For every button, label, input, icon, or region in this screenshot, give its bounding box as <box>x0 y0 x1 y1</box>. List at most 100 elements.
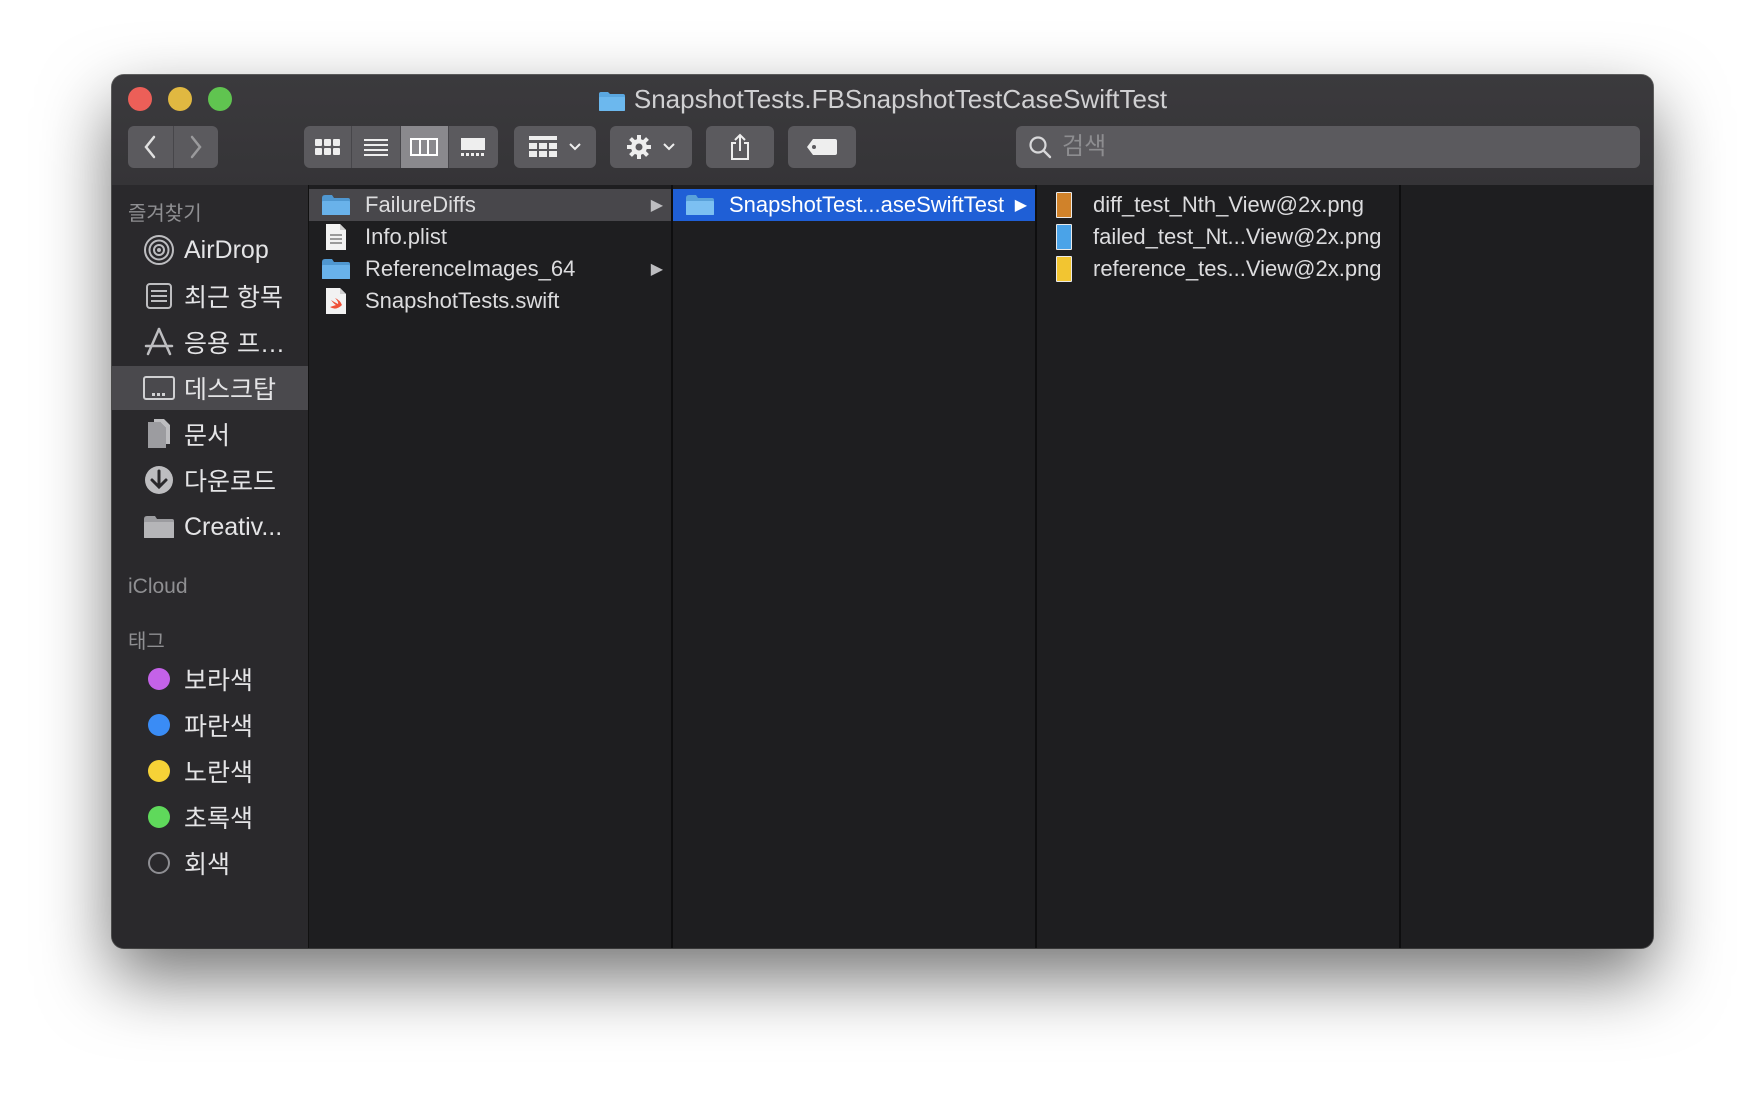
gray-tag-icon <box>148 852 170 874</box>
item-name: SnapshotTests.swift <box>365 288 560 313</box>
blue-tag-icon <box>148 714 170 736</box>
sidebar-item-label: Creativ... <box>184 512 283 541</box>
png-file-icon <box>1049 192 1079 218</box>
share-icon <box>731 133 749 160</box>
sidebar-item-label: 데스크탑 <box>184 376 277 404</box>
swift-file-icon <box>321 287 351 315</box>
browser-column-2: SnapshotTest...aseSwiftTest ▶ <box>673 185 1037 948</box>
list-view-button[interactable] <box>352 126 401 168</box>
search-icon <box>1029 136 1052 159</box>
sidebar-tag-green[interactable]: 초록색 <box>112 795 308 839</box>
list-item-reference-png[interactable]: reference_tes...View@2x.png <box>1037 253 1399 285</box>
sidebar-item-airdrop[interactable]: AirDrop <box>112 228 308 272</box>
browser-column-3: diff_test_Nth_View@2x.png failed_test_Nt… <box>1037 185 1401 948</box>
list-item-referenceimages[interactable]: ReferenceImages_64 ▶ <box>309 253 671 285</box>
item-name: FailureDiffs <box>365 192 476 217</box>
folder-icon <box>685 194 715 216</box>
sidebar-tag-blue[interactable]: 파란색 <box>112 703 308 747</box>
sidebar-item-label: 초록색 <box>184 805 254 833</box>
icloud-header: iCloud <box>128 575 188 598</box>
purple-tag-icon <box>148 668 170 690</box>
png-file-icon <box>1049 224 1079 250</box>
png-file-icon <box>1049 256 1079 282</box>
item-name: diff_test_Nth_View@2x.png <box>1093 192 1365 217</box>
desktop-icon <box>142 374 176 402</box>
list-item-snapshottest-folder[interactable]: SnapshotTest...aseSwiftTest ▶ <box>673 189 1035 221</box>
chevron-left-icon <box>144 135 156 159</box>
toolbar: SnapshotTests.FBSnapshotTestCaseSwiftTes… <box>112 75 1653 186</box>
browser-column-empty <box>1401 185 1653 948</box>
list-item-snapshottests-swift[interactable]: SnapshotTests.swift <box>309 285 671 317</box>
item-name: SnapshotTest...aseSwiftTest <box>729 192 1005 217</box>
search-input[interactable] <box>1060 132 1624 162</box>
sidebar-item-downloads[interactable]: 다운로드 <box>112 458 308 502</box>
gear-icon <box>627 135 651 159</box>
forward-button[interactable] <box>173 126 218 168</box>
folder-icon <box>598 87 626 119</box>
folder-icon <box>142 514 176 540</box>
folder-icon <box>321 194 351 216</box>
favorites-header: 즐겨찾기 <box>128 203 202 225</box>
sidebar-item-creative-folder[interactable]: Creativ... <box>112 505 308 549</box>
folder-icon <box>321 258 351 280</box>
sidebar-item-label: 파란색 <box>184 713 254 741</box>
list-item-failed-png[interactable]: failed_test_Nt...View@2x.png <box>1037 221 1399 253</box>
icon-view-button[interactable] <box>304 126 353 168</box>
documents-icon <box>142 418 176 450</box>
sidebar-item-label: 노란색 <box>184 759 254 787</box>
item-name: failed_test_Nt...View@2x.png <box>1093 224 1382 249</box>
chevron-right-icon <box>190 135 202 159</box>
columns-icon <box>410 138 439 156</box>
downloads-icon <box>142 464 176 496</box>
view-mode-control <box>304 126 498 168</box>
recents-icon <box>142 281 176 311</box>
airdrop-icon <box>142 234 176 266</box>
gallery-view-button[interactable] <box>448 126 498 168</box>
navigation-buttons <box>128 126 218 168</box>
browser-column-1: FailureDiffs ▶ Info.plist ReferenceImage… <box>309 185 673 948</box>
sidebar-item-label: 응용 프… <box>184 330 285 358</box>
sidebar-item-label: 회색 <box>184 851 231 879</box>
item-name: reference_tes...View@2x.png <box>1093 256 1382 281</box>
list-item-failurediffs[interactable]: FailureDiffs ▶ <box>309 189 671 221</box>
applications-icon <box>142 326 176 358</box>
action-menu-button[interactable] <box>610 126 692 168</box>
group-grid-icon <box>529 136 557 157</box>
list-item-diff-png[interactable]: diff_test_Nth_View@2x.png <box>1037 189 1399 221</box>
gallery-icon <box>461 138 486 156</box>
sidebar-item-desktop[interactable]: 데스크탑 <box>112 366 308 410</box>
green-tag-icon <box>148 806 170 828</box>
sidebar-item-applications[interactable]: 응용 프… <box>112 320 308 364</box>
sidebar-tag-purple[interactable]: 보라색 <box>112 657 308 701</box>
group-by-button[interactable] <box>514 126 596 168</box>
chevron-down-icon <box>663 143 675 151</box>
list-item-info-plist[interactable]: Info.plist <box>309 221 671 253</box>
disclosure-arrow-icon: ▶ <box>650 197 663 214</box>
sidebar-item-recents[interactable]: 최근 항목 <box>112 274 308 318</box>
edit-tags-button[interactable] <box>788 126 856 168</box>
finder-window: SnapshotTests.FBSnapshotTestCaseSwiftTes… <box>112 75 1653 948</box>
sidebar-item-label: 보라색 <box>184 667 254 695</box>
disclosure-arrow-icon: ▶ <box>1014 197 1027 214</box>
column-view-button[interactable] <box>400 126 449 168</box>
tags-header: 태그 <box>128 631 165 653</box>
back-button[interactable] <box>128 126 174 168</box>
sidebar-item-label: AirDrop <box>184 235 269 264</box>
sidebar-item-documents[interactable]: 문서 <box>112 412 308 456</box>
sidebar-item-label: 다운로드 <box>184 468 277 496</box>
plist-file-icon <box>321 223 351 251</box>
disclosure-arrow-icon: ▶ <box>650 261 663 278</box>
search-field[interactable] <box>1016 126 1640 168</box>
item-name: Info.plist <box>365 224 447 249</box>
tag-icon <box>807 139 837 155</box>
sidebar-item-label: 최근 항목 <box>184 284 283 312</box>
share-button[interactable] <box>706 126 774 168</box>
sidebar-tag-yellow[interactable]: 노란색 <box>112 749 308 793</box>
list-icon <box>363 139 388 156</box>
sidebar-item-label: 문서 <box>184 422 231 450</box>
sidebar: 즐겨찾기 AirDrop 최근 항목 응용 프… 데스크탑 문서 다운로드 Cr… <box>112 185 309 948</box>
sidebar-tag-gray[interactable]: 회색 <box>112 841 308 885</box>
chevron-down-icon <box>569 143 581 151</box>
item-name: ReferenceImages_64 <box>365 256 576 281</box>
window-title: SnapshotTests.FBSnapshotTestCaseSwiftTes… <box>112 83 1653 119</box>
